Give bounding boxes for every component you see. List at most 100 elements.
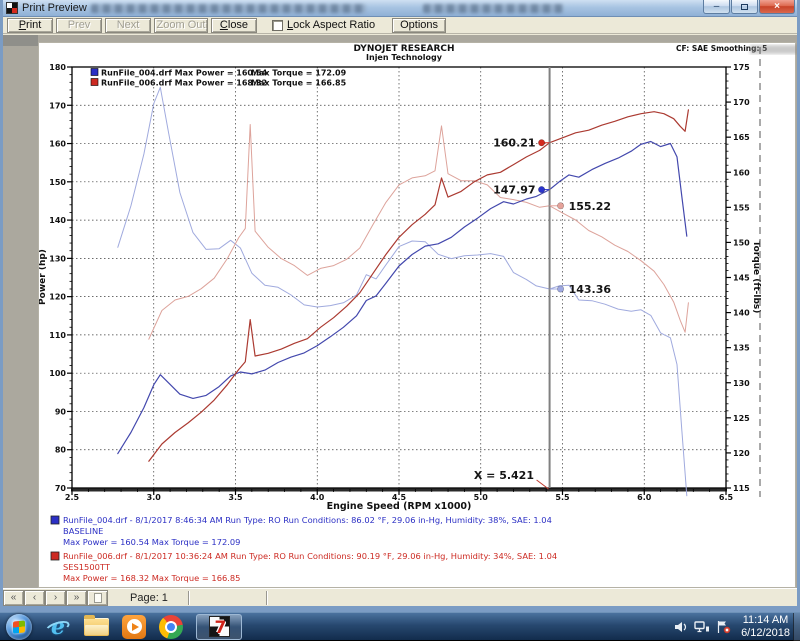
annotation-run004-conditions: RunFile_004.drf - 8/1/2017 8:46:34 AM Ru… (63, 515, 552, 525)
y-right-tick-label: 140 (733, 309, 750, 318)
last-page-button[interactable]: » (66, 590, 87, 606)
redacted-title-text (423, 4, 563, 13)
start-button[interactable] (6, 614, 32, 640)
maximize-icon (741, 4, 748, 10)
plot-frame (72, 67, 726, 488)
y-left-tick-label: 140 (49, 216, 66, 225)
media-player-icon[interactable] (122, 615, 146, 639)
y-right-tick-label: 155 (733, 203, 750, 212)
lock-aspect-ratio-label: Lock Aspect Ratio (287, 19, 375, 31)
page-number-label: Page: 1 (130, 592, 168, 604)
x-tick-label: 5.0 (474, 493, 489, 502)
window-controls: – × (702, 0, 795, 14)
y-right-tick-label: 115 (733, 484, 750, 493)
preview-page: DYNOJET RESEARCH Injen Technology CF: SA… (38, 42, 796, 588)
y-right-tick-label: 165 (733, 133, 750, 142)
y-right-tick-label: 170 (733, 98, 750, 107)
taskbar-clock[interactable]: 11:14 AM 6/12/2018 (741, 614, 790, 640)
x-tick-label: 3.0 (147, 493, 162, 502)
y-right-tick-label: 130 (733, 379, 750, 388)
legend-torque-run004: Max Torque = 172.09 (251, 69, 347, 78)
windows-explorer-icon[interactable] (84, 618, 109, 636)
x-tick-label: 4.5 (392, 493, 407, 502)
close-preview-button[interactable]: Close (211, 18, 257, 33)
close-window-button[interactable]: × (759, 0, 795, 14)
marker-value-label: 155.22 (569, 200, 611, 213)
marker-dot (538, 140, 544, 146)
app-icon (6, 2, 18, 14)
redacted-title-text (91, 4, 366, 13)
statusbar-divider (266, 591, 268, 605)
x-tick-label: 2.5 (65, 493, 80, 502)
x-tick-label: 6.5 (719, 493, 734, 502)
page-icon (94, 593, 102, 603)
marker-value-label: 143.36 (569, 283, 612, 296)
x-tick-label: 5.5 (555, 493, 570, 502)
annotation-run006-max: Max Power = 168.32 Max Torque = 166.85 (63, 573, 240, 583)
next-page-button[interactable]: › (45, 590, 66, 606)
network-icon[interactable] (694, 621, 710, 633)
title-bar[interactable]: Print Preview – × (3, 0, 797, 17)
prev-button: Prev (56, 18, 102, 33)
annotation-run006-conditions: RunFile_006.drf - 8/1/2017 10:36:24 AM R… (63, 551, 557, 561)
torque_006-curve (149, 125, 689, 340)
y-right-tick-label: 125 (733, 414, 750, 423)
marker-value-label: 160.21 (493, 137, 535, 150)
status-bar: « ‹ › » Page: 1 (3, 588, 797, 606)
cursor-x-label: X = 5.421 (474, 469, 534, 482)
y-axis-left-title: Power (hp) (39, 249, 48, 305)
y-left-tick-label: 180 (49, 63, 66, 72)
action-center-flag-icon[interactable] (716, 620, 731, 634)
system-tray: 11:14 AM 6/12/2018 (674, 613, 790, 641)
y-right-tick-label: 145 (733, 274, 750, 283)
y-left-tick-label: 150 (49, 178, 66, 187)
options-button[interactable]: Options (392, 18, 446, 33)
first-page-button[interactable]: « (3, 590, 24, 606)
volume-icon[interactable] (674, 621, 688, 633)
chart-subtitle: Injen Technology (366, 53, 443, 62)
legend-swatch-run006 (91, 79, 98, 86)
x-tick-label: 4.0 (310, 493, 325, 502)
show-desktop-button[interactable] (793, 613, 800, 641)
legend-label-run004: RunFile_004.drf Max Power = 160.54 (101, 69, 268, 78)
checkbox-box[interactable] (272, 20, 283, 31)
internet-explorer-icon[interactable]: e (45, 614, 71, 640)
clock-date: 6/12/2018 (741, 627, 790, 640)
chrome-icon[interactable] (159, 615, 183, 639)
print-preview-window: Print Preview – × Print Prev Next Zoom O… (0, 0, 800, 612)
clock-time: 11:14 AM (741, 614, 790, 627)
x-tick-label: 6.0 (637, 493, 652, 502)
legend-torque-run006: Max Torque = 166.85 (251, 79, 347, 88)
lock-aspect-ratio-checkbox[interactable]: Lock Aspect Ratio (272, 19, 375, 31)
next-button: Next (105, 18, 151, 33)
y-left-tick-label: 90 (55, 407, 67, 416)
play-icon (132, 623, 139, 631)
maximize-button[interactable] (731, 0, 758, 14)
y-right-tick-label: 150 (733, 238, 750, 247)
previous-page-button[interactable]: ‹ (24, 590, 45, 606)
preview-area: DYNOJET RESEARCH Injen Technology CF: SA… (3, 35, 797, 588)
marker-dot (557, 203, 563, 209)
legend-label-run006: RunFile_006.drf Max Power = 168.32 (101, 79, 267, 88)
power_004-curve (118, 142, 687, 454)
annotation-run004-name: BASELINE (63, 526, 103, 536)
toolbar: Print Prev Next Zoom Out Close Lock Aspe… (3, 17, 797, 34)
y-right-tick-label: 160 (733, 168, 750, 177)
print-button[interactable]: Print (7, 18, 53, 33)
preview-corner-block (3, 35, 38, 46)
zoom-out-button: Zoom Out (154, 18, 208, 33)
x-tick-label: 3.5 (228, 493, 243, 502)
taskbar: e 7 11:14 AM 6/12/2018 (0, 612, 800, 640)
dyno-chart: DYNOJET RESEARCH Injen Technology CF: SA… (39, 43, 797, 589)
window-title: Print Preview (22, 2, 87, 14)
minimize-button[interactable]: – (703, 0, 730, 14)
y-left-tick-label: 120 (49, 293, 66, 302)
annotation-swatch-run004 (51, 516, 59, 524)
redacted-smudge (750, 45, 797, 54)
dynojet-winpep-icon: 7 (209, 616, 230, 637)
annotation-swatch-run006 (51, 552, 59, 560)
taskbar-winpep-active-app[interactable]: 7 (196, 614, 242, 640)
y-left-tick-label: 160 (49, 140, 66, 149)
page-setup-button[interactable] (87, 590, 108, 606)
annotation-run004-max: Max Power = 160.54 Max Torque = 172.09 (63, 537, 240, 547)
